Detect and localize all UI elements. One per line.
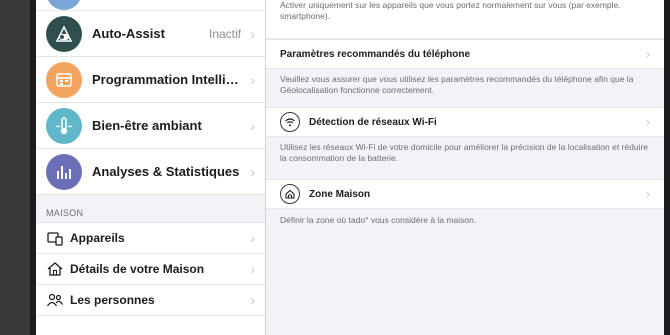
sidebar-item-label: Programmation Intellige… (92, 72, 242, 87)
row-zone-maison[interactable]: Zone Maison › (266, 179, 664, 209)
row-description: Définir la zone où tado° vous considère … (280, 215, 477, 225)
chevron-right-icon: › (646, 115, 650, 129)
sidebar-item-label: Les personnes (70, 293, 155, 307)
wifi-icon (280, 112, 300, 132)
chevron-right-icon: › (250, 163, 255, 180)
chevron-right-icon: › (250, 261, 255, 277)
row-label: Paramètres recommandés du téléphone (280, 48, 471, 60)
row-description: Utilisez les réseaux Wi-Fi de votre domi… (280, 142, 649, 163)
chevron-right-icon: › (250, 230, 255, 246)
auto-assist-status: Inactif (208, 26, 241, 41)
sidebar-item-details-maison[interactable]: Détails de votre Maison › (36, 254, 265, 285)
devices-icon (46, 229, 64, 247)
top-description: Activer uniquement sur les appareils que… (266, 0, 664, 39)
tablet-frame: Auto-Assist Inactif › Programmation Inte… (30, 0, 670, 335)
sidebar-item-bien-etre[interactable]: Bien-être ambiant › (36, 103, 265, 149)
sidebar-item-label: Auto-Assist (92, 26, 165, 41)
chevron-right-icon: › (250, 71, 255, 88)
row-description: Veuillez vous assurer que vous utilisez … (280, 74, 634, 95)
partial-item-icon (46, 0, 82, 10)
sidebar-item-label: Détails de votre Maison (70, 262, 205, 276)
chevron-right-icon: › (250, 292, 255, 308)
sidebar: Auto-Assist Inactif › Programmation Inte… (36, 0, 266, 335)
sidebar-item-label: Analyses & Statistiques (92, 164, 240, 179)
chevron-right-icon: › (646, 187, 650, 201)
house-icon (46, 260, 64, 278)
sidebar-item-label: Bien-être ambiant (92, 118, 202, 133)
people-icon (46, 291, 64, 309)
sidebar-item-analyses[interactable]: Analyses & Statistiques › (36, 149, 265, 195)
chevron-right-icon: › (250, 25, 255, 42)
section-header-maison: MAISON (36, 195, 265, 223)
sidebar-item-auto-assist[interactable]: Auto-Assist Inactif › (36, 11, 265, 57)
row-detection-wifi[interactable]: Détection de réseaux Wi-Fi › (266, 107, 664, 137)
auto-assist-icon (46, 15, 82, 52)
row-label: Détection de réseaux Wi-Fi (309, 116, 437, 128)
chart-icon (46, 153, 82, 190)
sidebar-item-appareils[interactable]: Appareils › (36, 223, 265, 254)
chevron-right-icon: › (250, 117, 255, 134)
sidebar-item-partial[interactable] (36, 0, 265, 11)
sidebar-item-programmation[interactable]: Programmation Intellige… › (36, 57, 265, 103)
row-label: Zone Maison (309, 188, 371, 200)
thermometer-icon (46, 107, 82, 144)
chevron-right-icon: › (646, 47, 650, 61)
row-parametres-telephone[interactable]: Paramètres recommandés du téléphone › (266, 39, 664, 69)
screen: Auto-Assist Inactif › Programmation Inte… (36, 0, 664, 335)
main-panel: Activer uniquement sur les appareils que… (266, 0, 664, 335)
home-zone-icon (280, 184, 300, 204)
sidebar-item-personnes[interactable]: Les personnes › (36, 285, 265, 316)
sidebar-item-label: Appareils (70, 231, 125, 245)
calendar-icon (46, 61, 82, 98)
